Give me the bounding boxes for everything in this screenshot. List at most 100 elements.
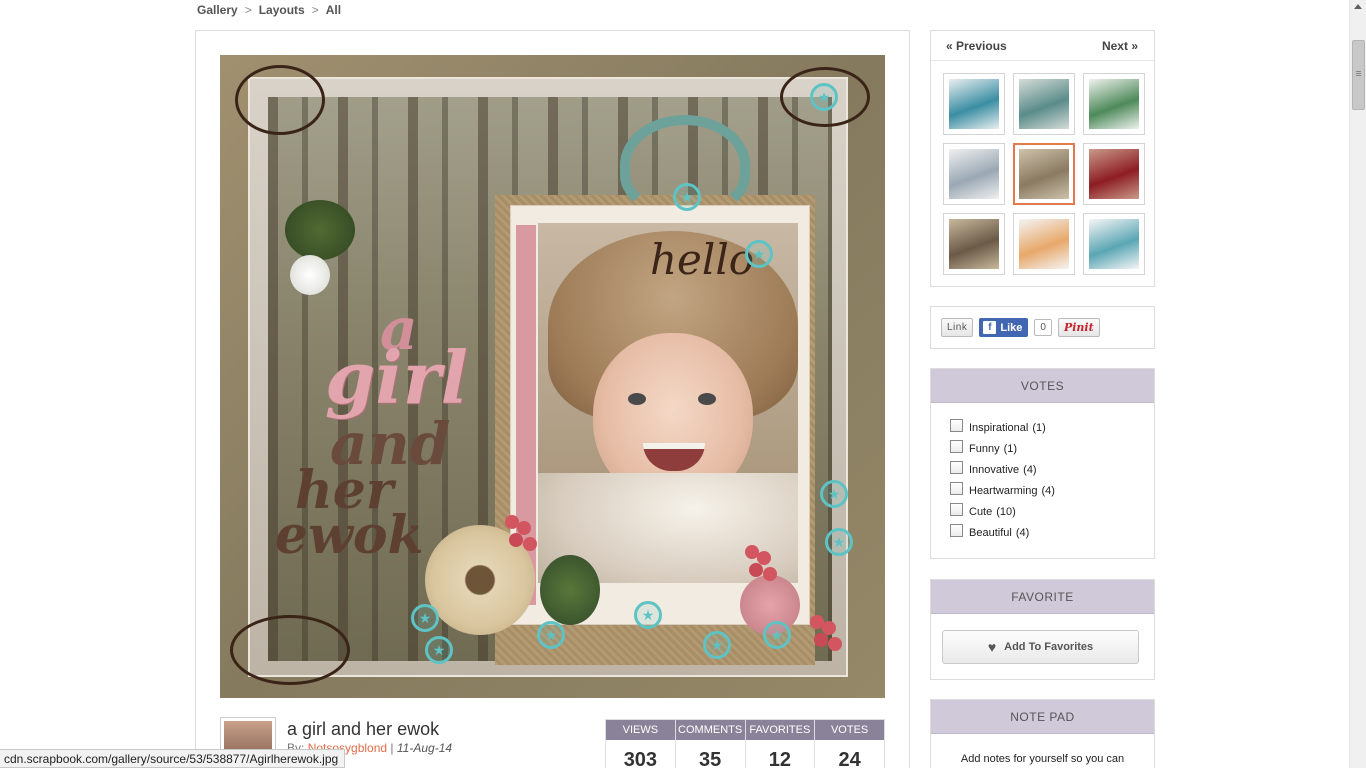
pinterest-button[interactable]: Pinit: [1057, 318, 1100, 337]
notepad-header: NOTE PAD: [931, 700, 1154, 734]
gallery-thumbnail[interactable]: [1083, 213, 1145, 275]
stat-label: VIEWS: [606, 720, 675, 740]
share-bar: Link f Like 0 Pinit: [930, 306, 1155, 349]
vote-checkbox[interactable]: [950, 419, 963, 432]
vote-label: Funny: [969, 442, 1000, 455]
heart-icon: ♥: [987, 639, 997, 655]
thumbnail-image: [1089, 219, 1139, 269]
layout-image[interactable]: hello a girl and her ewok ★ ★ ★ ★ ★ ★ ★ …: [220, 55, 885, 698]
vote-count: (1): [1003, 442, 1018, 455]
main-panel: hello a girl and her ewok ★ ★ ★ ★ ★ ★ ★ …: [195, 30, 910, 768]
stat-views: VIEWS 303: [605, 719, 675, 768]
vote-checkbox[interactable]: [950, 461, 963, 474]
breadcrumb-all[interactable]: All: [326, 3, 341, 17]
gallery-thumbnail[interactable]: [1013, 213, 1075, 275]
facebook-like-button[interactable]: f Like: [979, 318, 1029, 337]
gallery-thumbnail[interactable]: [1013, 143, 1075, 205]
art-berries: [745, 545, 759, 559]
stat-label: VOTES: [815, 720, 884, 740]
gallery-thumbnail[interactable]: [1013, 73, 1075, 135]
stat-label: COMMENTS: [675, 720, 745, 740]
gallery-thumbnail[interactable]: [943, 143, 1005, 205]
thumbnail-grid: [931, 61, 1154, 275]
facebook-icon: f: [983, 321, 997, 334]
star-icon: ★: [703, 631, 731, 659]
thumbnail-image: [1089, 149, 1139, 199]
art-vine-decoration: [235, 65, 325, 135]
breadcrumb-separator-icon: >: [311, 3, 319, 17]
vote-checkbox[interactable]: [950, 503, 963, 516]
votes-header: VOTES: [931, 369, 1154, 403]
vote-label: Innovative: [969, 463, 1020, 476]
prev-next-row: « Previous Next »: [931, 31, 1154, 61]
next-link[interactable]: Next »: [1102, 39, 1138, 60]
vote-label: Cute: [969, 505, 993, 518]
star-icon: ★: [820, 480, 848, 508]
thumbnail-image: [1089, 79, 1139, 129]
vote-checkbox[interactable]: [950, 524, 963, 537]
stat-value: 12: [768, 749, 791, 768]
star-icon: ★: [810, 83, 838, 111]
previous-link[interactable]: « Previous: [946, 39, 1007, 60]
add-to-favorites-button[interactable]: ♥ Add To Favorites: [942, 630, 1139, 664]
vote-option[interactable]: Beautiful (4): [950, 522, 1154, 543]
layout-title: a girl and her ewok: [287, 719, 440, 739]
like-count: 0: [1034, 319, 1052, 336]
breadcrumb: Gallery > Layouts > All: [197, 3, 341, 17]
notepad-text: Add notes for yourself so you can: [960, 753, 1125, 765]
stat-label: FAVORITES: [745, 720, 815, 740]
art-flower: [425, 525, 535, 635]
gallery-thumbnail[interactable]: [1083, 73, 1145, 135]
star-icon: ★: [425, 636, 453, 664]
scroll-up-icon[interactable]: [1354, 4, 1362, 9]
breadcrumb-separator-icon: >: [244, 3, 252, 17]
thumbnail-image: [1019, 79, 1069, 129]
stat-votes: VOTES 24: [814, 719, 885, 768]
link-button[interactable]: Link: [941, 318, 974, 337]
vote-count: (4): [1015, 526, 1030, 539]
gallery-thumbnail[interactable]: [1083, 143, 1145, 205]
scrollbar-thumb[interactable]: [1352, 40, 1365, 110]
art-eye: [628, 393, 646, 405]
vote-option[interactable]: Innovative (4): [950, 459, 1154, 480]
status-bar-url: cdn.scrapbook.com/gallery/source/53/5388…: [0, 749, 346, 768]
favorite-box: FAVORITE ♥ Add To Favorites: [930, 579, 1155, 680]
art-vine-decoration: [230, 615, 350, 685]
vote-option[interactable]: Funny (1): [950, 438, 1154, 459]
page-scrollbar[interactable]: [1349, 0, 1366, 768]
byline-separator: |: [390, 741, 394, 755]
star-icon: ★: [411, 604, 439, 632]
star-icon: ★: [673, 183, 701, 211]
breadcrumb-layouts[interactable]: Layouts: [259, 3, 305, 17]
stats-table: VIEWS 303 COMMENTS 35 FAVORITES 12 VOTES…: [605, 719, 885, 768]
star-icon: ★: [537, 621, 565, 649]
thumbnail-image: [949, 79, 999, 129]
vote-count: (4): [1041, 484, 1055, 497]
star-icon: ★: [634, 601, 662, 629]
star-icon: ★: [825, 528, 853, 556]
stat-value: 24: [838, 749, 861, 768]
like-label: Like: [1000, 321, 1023, 334]
stat-value: 303: [623, 749, 658, 768]
navigation-box: « Previous Next »: [930, 30, 1155, 287]
art-berries: [810, 615, 824, 629]
add-to-favorites-label: Add To Favorites: [1004, 641, 1094, 653]
vote-option[interactable]: Inspirational (1): [950, 417, 1154, 438]
vote-option[interactable]: Cute (10): [950, 501, 1154, 522]
favorite-header: FAVORITE: [931, 580, 1154, 614]
art-flower: [540, 555, 600, 625]
vote-count: (1): [1032, 421, 1046, 434]
art-berries: [505, 515, 519, 529]
stat-value: 35: [699, 749, 722, 768]
art-title-word: ewok: [275, 505, 424, 566]
votes-box: VOTES Inspirational (1) Funny (1) Innovative…: [930, 368, 1155, 559]
vote-option[interactable]: Heartwarming (4): [950, 480, 1154, 501]
breadcrumb-gallery[interactable]: Gallery: [197, 3, 238, 17]
gallery-thumbnail[interactable]: [943, 213, 1005, 275]
vote-checkbox[interactable]: [950, 482, 963, 495]
gallery-thumbnail[interactable]: [943, 73, 1005, 135]
art-flower: [290, 255, 330, 295]
art-mouth: [643, 443, 705, 471]
vote-checkbox[interactable]: [950, 440, 963, 453]
art-flower: [285, 200, 355, 260]
